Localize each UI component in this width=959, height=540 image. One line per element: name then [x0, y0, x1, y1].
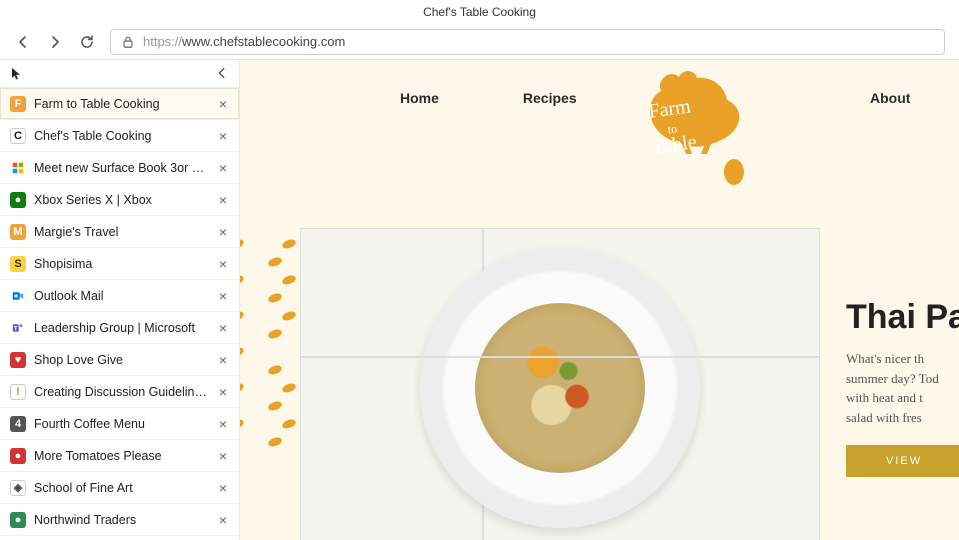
favicon: S — [10, 256, 26, 272]
article-title: Thai Pa — [846, 298, 959, 337]
url-text: https://www.chefstablecooking.com — [143, 34, 345, 49]
tab-row[interactable]: ◈ School of Fine Art × — [0, 472, 239, 504]
close-tab-button[interactable]: × — [215, 160, 231, 176]
nav-link-recipes[interactable]: Recipes — [523, 90, 577, 106]
tab-row[interactable]: Outlook Mail × — [0, 280, 239, 312]
arrow-right-icon — [47, 34, 63, 50]
favicon: T — [10, 320, 26, 336]
favicon: M — [10, 224, 26, 240]
site-nav-right: About Contac — [870, 90, 959, 106]
favicon: ! — [10, 384, 26, 400]
tab-title: Meet new Surface Book 3or 15.5" — [34, 161, 207, 175]
close-tab-button[interactable]: × — [215, 96, 231, 112]
collapse-sidebar-button[interactable] — [215, 66, 231, 82]
lock-icon — [121, 35, 135, 49]
favicon: ● — [10, 192, 26, 208]
close-tab-button[interactable]: × — [215, 320, 231, 336]
tab-title: Xbox Series X | Xbox — [34, 193, 207, 207]
window-title: Chef's Table Cooking — [423, 5, 536, 19]
hero-image — [300, 228, 820, 540]
favicon: ♥ — [10, 352, 26, 368]
address-bar[interactable]: https://www.chefstablecooking.com — [110, 29, 945, 55]
tab-title: Creating Discussion Guidelines — [34, 385, 207, 399]
tab-row[interactable]: ♥ Shop Love Give × — [0, 344, 239, 376]
plate-graphic — [420, 248, 700, 528]
tab-title: Northwind Traders — [34, 513, 207, 527]
tab-title: Farm to Table Cooking — [34, 97, 207, 111]
tab-row[interactable]: 4 Fourth Coffee Menu × — [0, 408, 239, 440]
close-tab-button[interactable]: × — [215, 416, 231, 432]
site-logo[interactable]: Farm to Table — [626, 66, 766, 196]
tab-row[interactable]: M Margie's Travel × — [0, 216, 239, 248]
favicon — [10, 160, 26, 176]
reload-icon — [79, 34, 95, 50]
tab-list: F Farm to Table Cooking × C Chef's Table Coo… — [0, 88, 239, 536]
favicon: ◈ — [10, 480, 26, 496]
svg-text:T: T — [14, 326, 18, 332]
article-body: What's nicer th summer day? Tod with hea… — [846, 349, 959, 427]
nav-link-home[interactable]: Home — [400, 90, 439, 106]
tab-row[interactable]: C Chef's Table Cooking × — [0, 120, 239, 152]
arrow-left-icon — [15, 34, 31, 50]
site-nav: Home Recipes — [400, 90, 577, 106]
tab-row[interactable]: Meet new Surface Book 3or 15.5" × — [0, 152, 239, 184]
close-tab-button[interactable]: × — [215, 256, 231, 272]
cursor-icon — [8, 65, 26, 83]
page-content: Home Recipes About Contac Farm to Table — [240, 60, 959, 540]
tab-title: Margie's Travel — [34, 225, 207, 239]
browser-toolbar: https://www.chefstablecooking.com — [0, 24, 959, 60]
url-prefix: https:// — [143, 34, 182, 49]
nav-link-about[interactable]: About — [870, 90, 910, 106]
chicken-icon — [626, 66, 766, 196]
reload-button[interactable] — [78, 33, 96, 51]
close-tab-button[interactable]: × — [215, 512, 231, 528]
tab-title: Fourth Coffee Menu — [34, 417, 207, 431]
tab-title: Leadership Group | Microsoft — [34, 321, 207, 335]
close-tab-button[interactable]: × — [215, 128, 231, 144]
view-recipe-button[interactable]: VIEW — [846, 445, 959, 477]
favicon: F — [10, 96, 26, 112]
chevron-left-icon — [215, 66, 229, 80]
food-graphic — [475, 303, 645, 473]
tab-title: Outlook Mail — [34, 289, 207, 303]
favicon — [10, 288, 26, 304]
window-titlebar: Chef's Table Cooking — [0, 0, 959, 24]
tab-row[interactable]: T Leadership Group | Microsoft × — [0, 312, 239, 344]
close-tab-button[interactable]: × — [215, 384, 231, 400]
tab-row[interactable]: ● More Tomatoes Please × — [0, 440, 239, 472]
tab-title: Shop Love Give — [34, 353, 207, 367]
url-host: www.chefstablecooking.com — [182, 34, 345, 49]
tab-title: More Tomatoes Please — [34, 449, 207, 463]
close-tab-button[interactable]: × — [215, 352, 231, 368]
tab-title: School of Fine Art — [34, 481, 207, 495]
close-tab-button[interactable]: × — [215, 192, 231, 208]
sidebar-header — [0, 60, 239, 88]
tab-row[interactable]: ● Northwind Traders × — [0, 504, 239, 536]
vertical-tabs-sidebar: F Farm to Table Cooking × C Chef's Table Coo… — [0, 60, 240, 540]
forward-button[interactable] — [46, 33, 64, 51]
close-tab-button[interactable]: × — [215, 224, 231, 240]
logo-text: Farm to Table — [646, 97, 697, 157]
close-tab-button[interactable]: × — [215, 288, 231, 304]
back-button[interactable] — [14, 33, 32, 51]
close-tab-button[interactable]: × — [215, 480, 231, 496]
article-preview: Thai Pa What's nicer th summer day? Tod … — [846, 298, 959, 477]
tab-row[interactable]: ● Xbox Series X | Xbox × — [0, 184, 239, 216]
tab-row[interactable]: ! Creating Discussion Guidelines × — [0, 376, 239, 408]
tab-row[interactable]: S Shopisima × — [0, 248, 239, 280]
tab-title: Chef's Table Cooking — [34, 129, 207, 143]
favicon: ● — [10, 448, 26, 464]
favicon: ● — [10, 512, 26, 528]
tab-title: Shopisima — [34, 257, 207, 271]
tab-row[interactable]: F Farm to Table Cooking × — [0, 88, 239, 120]
favicon: C — [10, 128, 26, 144]
close-tab-button[interactable]: × — [215, 448, 231, 464]
favicon: 4 — [10, 416, 26, 432]
